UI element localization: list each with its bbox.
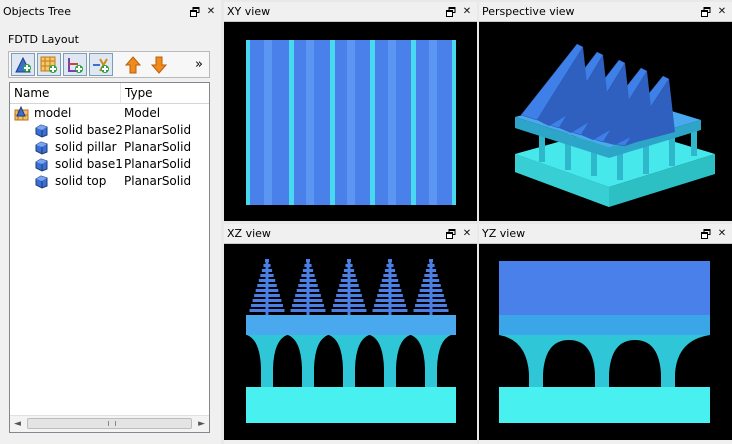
add-structure-icon[interactable] [11, 53, 35, 76]
tree-row-solid-pillar[interactable]: solid pillar PlanarSolid [10, 139, 209, 156]
close-icon[interactable]: ✕ [461, 228, 473, 240]
float-icon[interactable] [700, 228, 712, 240]
xy-view-title: XY view [227, 5, 271, 18]
scrollbar-thumb[interactable] [27, 418, 192, 429]
xz-grating-stem [347, 259, 351, 315]
add-source-icon[interactable] [89, 53, 113, 76]
xy-view-render [246, 40, 456, 205]
horizontal-scrollbar[interactable]: ◄ ► [10, 415, 209, 432]
xz-grating-stem [388, 259, 392, 315]
tree-row-type: PlanarSolid [124, 174, 192, 188]
solid-icon [34, 174, 49, 189]
xz-grating-stem [306, 259, 310, 315]
column-header-name[interactable]: Name [10, 83, 121, 103]
xz-grating-stem [429, 259, 433, 315]
perspective-view-titlebar: Perspective view ✕ [479, 2, 732, 22]
perspective-view-title: Perspective view [482, 5, 575, 18]
xz-pillar [247, 335, 287, 387]
objects-tree[interactable]: Name Type model Model solid base2 Planar… [9, 82, 210, 433]
tree-row-model[interactable]: model Model [10, 105, 209, 122]
tree-row-solid-top[interactable]: solid top PlanarSolid [10, 173, 209, 190]
objects-tree-titlebar: Objects Tree ✕ [0, 2, 221, 22]
yz-view-render [499, 261, 710, 423]
toolbar-overflow-button[interactable]: » [191, 53, 207, 76]
tree-row-type: PlanarSolid [124, 140, 192, 154]
tree-row-name: solid base2 [55, 123, 123, 137]
xz-view-render [246, 259, 456, 423]
close-icon[interactable]: ✕ [205, 6, 217, 18]
solid-icon [34, 140, 49, 155]
tree-row-name: model [34, 106, 72, 120]
add-axis-icon[interactable] [63, 53, 87, 76]
close-icon[interactable]: ✕ [716, 6, 728, 18]
float-icon[interactable] [700, 6, 712, 18]
tree-row-solid-base1[interactable]: solid base1 PlanarSolid [10, 156, 209, 173]
xz-view-titlebar: XZ view ✕ [224, 224, 477, 244]
objects-toolbar: » [8, 51, 210, 78]
objects-tree-title: Objects Tree [3, 5, 71, 18]
xz-grating-stem [265, 259, 269, 315]
add-grid-icon[interactable] [37, 53, 61, 76]
column-header-type[interactable]: Type [121, 83, 209, 103]
tree-row-type: PlanarSolid [124, 123, 192, 137]
solid-icon [34, 123, 49, 138]
xy-view-canvas[interactable] [224, 22, 477, 221]
perspective-view-render [515, 43, 715, 207]
model-icon [14, 105, 29, 121]
perspective-view-panel: Perspective view ✕ [479, 2, 732, 221]
scroll-left-arrow-icon[interactable]: ◄ [14, 419, 21, 429]
tree-row-name: solid top [55, 174, 107, 188]
move-down-icon[interactable] [147, 53, 171, 76]
yz-view-titlebar: YZ view ✕ [479, 224, 732, 244]
xz-pillar [288, 335, 328, 387]
tree-header: Name Type [10, 83, 209, 104]
xz-pillar [329, 335, 369, 387]
perspective-view-canvas[interactable] [479, 22, 732, 221]
yz-view-title: YZ view [482, 227, 526, 240]
xz-pillar [411, 335, 451, 387]
tree-row-type: PlanarSolid [124, 157, 192, 171]
float-icon[interactable] [189, 6, 201, 18]
xz-pillar [370, 335, 410, 387]
solid-icon [34, 157, 49, 172]
move-up-icon[interactable] [121, 53, 145, 76]
yz-view-panel: YZ view ✕ [479, 224, 732, 444]
tree-row-name: solid pillar [55, 140, 117, 154]
close-icon[interactable]: ✕ [716, 228, 728, 240]
float-icon[interactable] [445, 228, 457, 240]
xy-view-panel: XY view ✕ [224, 2, 477, 221]
xz-view-canvas[interactable] [224, 244, 477, 440]
xz-view-panel: XZ view ✕ [224, 224, 477, 444]
tree-row-type: Model [124, 106, 161, 120]
close-icon[interactable]: ✕ [461, 6, 473, 18]
tree-row-name: solid base1 [55, 157, 123, 171]
tree-row-solid-base2[interactable]: solid base2 PlanarSolid [10, 122, 209, 139]
objects-tree-panel: Objects Tree ✕ FDTD Layout » Name Type m… [0, 0, 221, 444]
yz-view-canvas[interactable] [479, 244, 732, 440]
float-icon[interactable] [445, 6, 457, 18]
scroll-right-arrow-icon[interactable]: ► [198, 419, 205, 429]
xy-view-titlebar: XY view ✕ [224, 2, 477, 22]
layout-label: FDTD Layout [8, 33, 79, 46]
xz-view-title: XZ view [227, 227, 271, 240]
